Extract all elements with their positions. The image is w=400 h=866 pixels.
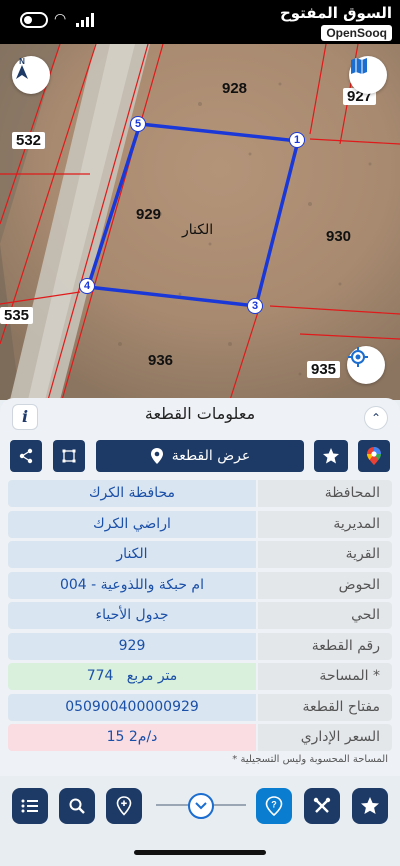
bottom-toolbar: ? xyxy=(0,776,400,834)
detail-row-area: 774 متر مربع المساحة * xyxy=(8,663,392,690)
home-star-button[interactable] xyxy=(352,788,388,824)
wifi-icon: ◠ xyxy=(54,11,67,27)
opensooq-watermark: السوق المفتوح OpenSooq xyxy=(280,4,392,41)
list-icon xyxy=(21,799,38,813)
show-parcel-label: عرض القطعة xyxy=(171,448,251,464)
parcel-label: 935 xyxy=(307,361,341,378)
parcel-details-table: محافظة الكرك المحافظة اراضي الكرك المدير… xyxy=(8,480,392,755)
watermark-arabic: السوق المفتوح xyxy=(279,4,392,22)
favorite-button[interactable] xyxy=(314,440,348,472)
detail-label: مفتاح القطعة xyxy=(258,693,392,721)
detail-row-village: الكنار القرية xyxy=(8,541,392,568)
search-icon xyxy=(69,798,85,814)
tools-icon xyxy=(313,797,331,813)
north-arrow-icon: N xyxy=(16,57,28,79)
parcel-label: 930 xyxy=(326,228,352,245)
location-pin-icon xyxy=(150,448,163,464)
panel-title: معلومات القطعة xyxy=(144,404,256,423)
detail-label: المحافظة xyxy=(258,480,392,507)
parcel-info-panel: i معلومات القطعة ⌃ عرض القطعة محافظة الك… xyxy=(0,398,400,776)
parcel-label: 535 xyxy=(0,307,34,324)
tools-button[interactable] xyxy=(304,788,340,824)
compass-button[interactable]: N xyxy=(12,56,50,94)
detail-row-parcel-number: 929 رقم القطعة xyxy=(8,632,392,660)
locate-me-button[interactable] xyxy=(347,346,385,384)
signal-icon xyxy=(76,13,94,27)
toggle-status-icon xyxy=(20,12,48,28)
detail-value: ام حبكة واللذوعية - 004 xyxy=(8,571,256,599)
list-button[interactable] xyxy=(12,788,48,824)
detail-value: 929 xyxy=(8,632,256,660)
detail-row-governorate: محافظة الكرك المحافظة xyxy=(8,480,392,507)
home-indicator-area xyxy=(0,834,400,866)
parcel-vertex: 4 xyxy=(79,278,95,294)
locate-icon xyxy=(348,347,368,367)
detail-value: الكنار xyxy=(8,541,256,568)
parcel-label: 936 xyxy=(148,352,174,369)
detail-label: الحوض xyxy=(258,571,392,599)
chevron-down-icon[interactable] xyxy=(188,793,214,819)
detail-label: الحي xyxy=(258,602,392,629)
detail-row-basin: ام حبكة واللذوعية - 004 الحوض xyxy=(8,571,392,599)
svg-text:N: N xyxy=(19,57,25,66)
village-label: الكنار xyxy=(182,222,214,238)
detail-label: القرية xyxy=(258,541,392,568)
share-icon xyxy=(19,448,33,464)
detail-value: 15 د/م2 xyxy=(8,724,256,751)
detail-label: المديرية xyxy=(258,510,392,538)
help-button[interactable]: ? xyxy=(256,788,292,824)
parcel-vertex: 5 xyxy=(130,116,146,132)
parcel-vertex: 3 xyxy=(247,298,263,314)
home-indicator[interactable] xyxy=(134,850,266,855)
help-icon: ? xyxy=(265,796,283,816)
detail-row-directorate: اراضي الكرك المديرية xyxy=(8,510,392,538)
parcel-label: 928 xyxy=(222,80,248,97)
add-pin-icon xyxy=(116,796,132,816)
satellite-map[interactable]: 928 927 532 929 930 535 936 935 الكنار 5… xyxy=(0,44,400,400)
star-icon xyxy=(323,448,339,464)
detail-value: محافظة الكرك xyxy=(8,480,256,507)
home-star-icon xyxy=(361,797,379,814)
google-maps-icon xyxy=(367,447,381,465)
parcel-vertex: 1 xyxy=(289,132,305,148)
parcel-label: 929 xyxy=(136,206,162,223)
detail-value: جدول الأحياء xyxy=(8,602,256,629)
map-layers-icon xyxy=(351,58,367,74)
map-layers-button[interactable] xyxy=(349,56,387,94)
polygon-icon xyxy=(62,449,76,463)
share-button[interactable] xyxy=(10,440,42,472)
chevron-up-icon[interactable]: ⌃ xyxy=(364,406,388,430)
area-footnote: * المساحة المحسوبة وليس التسجيلية xyxy=(232,754,388,765)
search-button[interactable] xyxy=(59,788,95,824)
detail-value: 774 متر مربع xyxy=(8,663,256,690)
app-screen: { "watermark": { "arabic": "السوق المفتو… xyxy=(0,0,400,866)
polygon-button[interactable] xyxy=(53,440,85,472)
detail-label: المساحة * xyxy=(258,663,392,690)
detail-label: رقم القطعة xyxy=(258,632,392,660)
detail-row-admin-price: 15 د/م2 السعر الإداري xyxy=(8,724,392,751)
detail-value: اراضي الكرك xyxy=(8,510,256,538)
add-pin-button[interactable] xyxy=(106,788,142,824)
detail-row-neighborhood: جدول الأحياء الحي xyxy=(8,602,392,629)
svg-text:?: ? xyxy=(271,800,277,810)
parcel-label: 532 xyxy=(12,132,46,149)
watermark-english: OpenSooq xyxy=(321,25,392,41)
detail-label: السعر الإداري xyxy=(258,724,392,751)
show-parcel-button[interactable]: عرض القطعة xyxy=(96,440,304,472)
detail-value: 050900400000929 xyxy=(8,693,256,721)
status-bar: ◠ السوق المفتوح OpenSooq xyxy=(0,0,400,44)
google-maps-button[interactable] xyxy=(358,440,390,472)
detail-row-parcel-key: 050900400000929 مفتاح القطعة xyxy=(8,693,392,721)
